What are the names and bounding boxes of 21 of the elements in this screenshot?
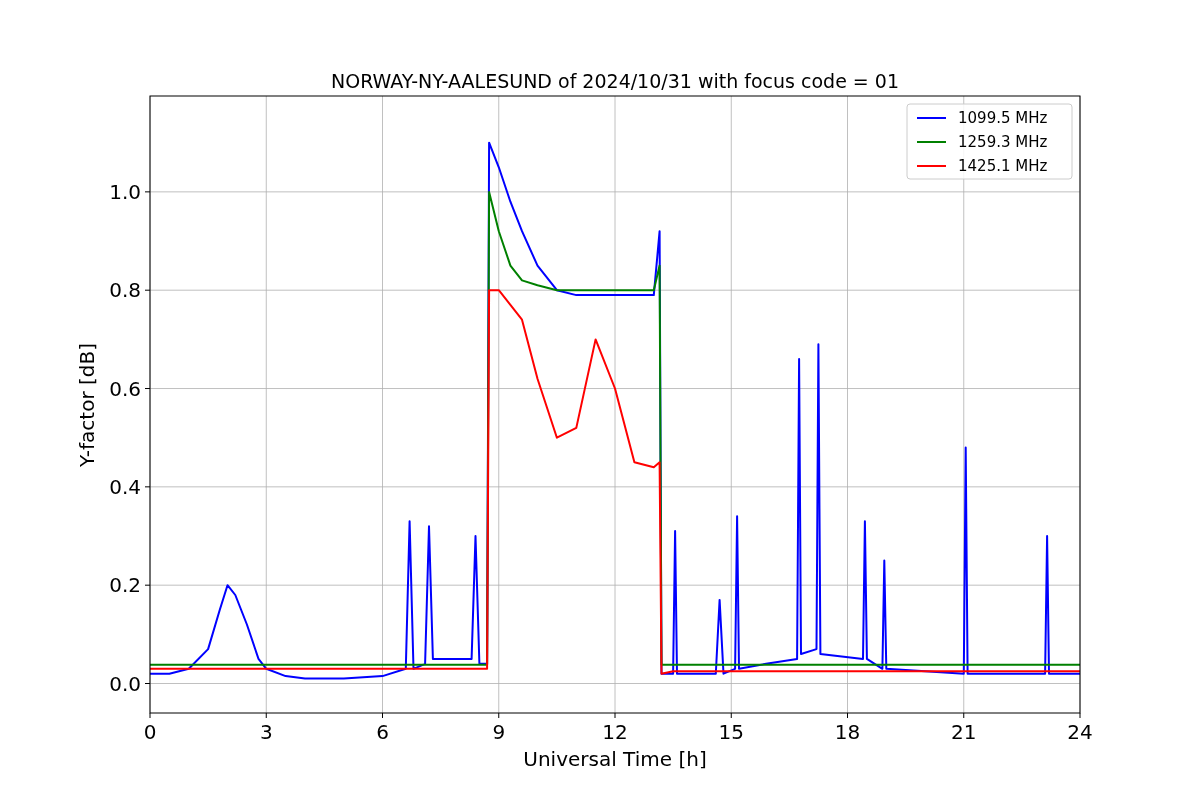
x-tick-label: 0: [143, 720, 157, 744]
x-tick-label: 21: [951, 720, 977, 744]
legend-label: 1099.5 MHz: [958, 109, 1048, 127]
y-tick-label: 1.0: [109, 179, 141, 204]
x-tick-label: 24: [1067, 720, 1093, 744]
chart-title: NORWAY-NY-AALESUND of 2024/10/31 with focus code = 01: [331, 70, 899, 92]
x-tick-label: 15: [718, 720, 744, 744]
x-tick-label: 6: [376, 720, 389, 744]
y-axis-label: Y-factor [dB]: [75, 343, 99, 467]
y-tick-label: 0.6: [109, 376, 141, 401]
y-tick-label: 0.4: [109, 474, 141, 499]
x-tick-label: 18: [834, 720, 861, 744]
legend-label: 1259.3 MHz: [958, 133, 1048, 151]
y-tick-label: 0.2: [109, 573, 141, 598]
y-tick-label: 0.0: [109, 671, 141, 696]
x-tick-label: 9: [492, 720, 506, 744]
legend-label: 1425.1 MHz: [958, 157, 1048, 175]
x-axis-label: Universal Time [h]: [523, 747, 707, 771]
x-tick-label: 12: [602, 720, 628, 744]
x-tick-label: 3: [259, 720, 273, 744]
y-tick-label: 0.8: [109, 278, 141, 303]
